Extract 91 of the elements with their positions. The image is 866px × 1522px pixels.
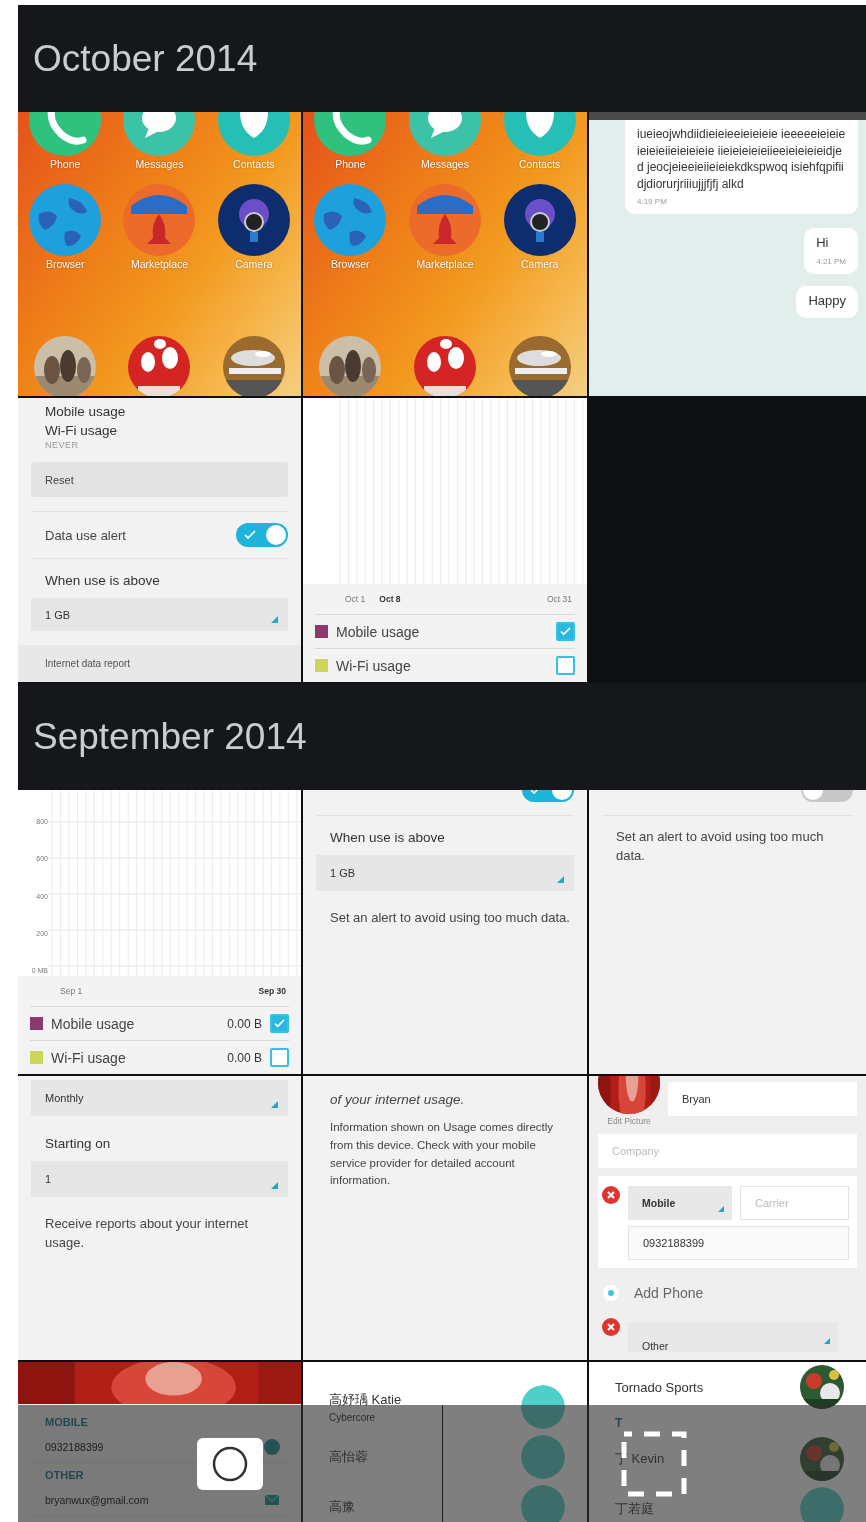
app-label: Phone [49, 158, 81, 170]
phone-type-dropdown[interactable]: Mobile [628, 1186, 732, 1220]
thumbnail[interactable]: Edit Picture Bryan Company Mobile Carrier 0932188399 Add Phone Other [589, 1076, 866, 1360]
checkbox[interactable] [270, 1014, 289, 1033]
description-text: Information shown on Usage comes directly from this device. Check with your mobile service provider for detailed account information. [329, 1120, 555, 1189]
date-label: Oct 1 [345, 594, 366, 604]
description-text: Set an alert to avoid using too much data. [615, 828, 825, 865]
camera-lens-icon [217, 184, 290, 256]
contact-name[interactable]: 高妤瑀 Katie [329, 1391, 402, 1409]
add-phone-button[interactable]: Add Phone [598, 1268, 857, 1318]
section-label: OTHER [44, 1469, 85, 1481]
app-label: Phone [335, 158, 366, 170]
month-title: October 2014 [33, 37, 258, 80]
remove-icon[interactable] [602, 1186, 620, 1204]
thumbnail[interactable]: MOBILE 0932188399 OTHER bryanwux@gmail.com [18, 1362, 301, 1522]
thumbnail[interactable]: When use is above 1 GB Set an alert to avoid using too much data. [303, 790, 587, 1074]
thumbnail[interactable]: Monthly Starting on 1 Receive reports about your internet usage. [18, 1076, 301, 1360]
check-icon [560, 626, 571, 637]
remove-icon[interactable] [602, 1318, 620, 1336]
date-label: Oct 31 [546, 594, 572, 604]
setting-label: Data use alert [44, 527, 126, 543]
dropdown[interactable]: 1 [31, 1161, 288, 1197]
globe-icon [29, 184, 102, 256]
rocket-icon [409, 184, 481, 256]
checkbox[interactable] [556, 656, 575, 675]
dropdown[interactable]: 1 GB [316, 855, 574, 891]
setting-caption: NEVER [44, 440, 80, 450]
description-text: Set an alert to avoid using too much data. [329, 909, 571, 927]
section-label: MOBILE [44, 1416, 89, 1428]
app-label: Contacts [233, 158, 275, 170]
app-label: Camera [520, 258, 559, 270]
checkbox[interactable] [270, 1048, 289, 1067]
setting-label: When use is above [329, 829, 446, 847]
name-field[interactable]: Bryan [668, 1082, 857, 1116]
message-text: Happy [808, 292, 846, 311]
toggle-switch[interactable] [236, 523, 288, 548]
phone-number-field[interactable]: 0932188399 [628, 1226, 849, 1260]
usage-value: 0.00 B [227, 1016, 262, 1031]
thumbnail[interactable]: of your internet usage. Information shown on Usage comes directly from this device. Check with your mobile service provider for detailed account information. [303, 1076, 587, 1360]
message-text: Hi [816, 234, 830, 253]
date-label: Sep 30 [258, 986, 286, 996]
camera-lens-icon [503, 184, 576, 256]
setting-label: Mobile usage [44, 403, 127, 421]
app-label: Contacts [518, 158, 561, 170]
section-header: Internet data report [18, 645, 301, 682]
setting-label: When use is above [44, 572, 161, 591]
dropdown[interactable]: 1 GB [31, 598, 288, 632]
description-text: Receive reports about your internet usage. [44, 1215, 250, 1252]
setting-label: Wi-Fi usage [44, 422, 118, 440]
date-label: Oct 8 [379, 594, 401, 604]
rocket-icon [123, 184, 196, 256]
legend-label: Mobile usage [51, 1015, 136, 1032]
thumbnail[interactable]: Mobile usage Wi-Fi usage NEVER Reset Data use alert When use is above 1 GB Internet data report [18, 398, 301, 682]
message-time: 4:19 PM [637, 197, 668, 207]
message-text: iueieojwhdiidieieieeieieieie ieeeeeieieieieieieiieieieieie iieieieieieiieeieieieieidjed jeocjeieeieiieieiekdkspwoq isiehfqpifiidjdiorurjriiiujjjfjfj alkd [637, 126, 846, 193]
intro-text: of your internet usage. [329, 1092, 466, 1107]
app-label: Browser [45, 258, 85, 270]
legend-label: Wi-Fi usage [336, 657, 412, 674]
envelope-icon[interactable] [264, 1492, 280, 1508]
checkbox[interactable] [556, 622, 575, 641]
contact-name[interactable]: Tornado Sports [615, 1379, 704, 1395]
shutter-icon [211, 1445, 248, 1482]
date-label: Sep 1 [60, 986, 83, 996]
month-title: September 2014 [33, 715, 307, 758]
message-time: 4:21 PM [816, 257, 846, 267]
legend-label: Mobile usage [336, 623, 421, 640]
globe-icon [314, 184, 387, 256]
usage-value: 0.00 B [227, 1050, 262, 1065]
app-label: Browser [331, 258, 370, 270]
letter-header: T [614, 1415, 624, 1432]
thumbnail[interactable]: Set an alert to avoid using too much data. [589, 790, 866, 1074]
contact-company: Cybercore [329, 1412, 377, 1423]
company-field[interactable]: Company [598, 1134, 857, 1168]
thumbnail[interactable]: Oct 1 Oct 8 Oct 31 Mobile usage Wi-Fi usage [303, 398, 587, 682]
camera-button[interactable] [196, 1437, 263, 1490]
thumbnail[interactable]: iueieojwhdiidieieieeieieieie ieeeeeieieieieieieiieieieieie iieieieieieiieeieieieieidjed jeocjeieeieiieieiekdkspwoq isiehfqpifiidjdiorurjriiiujjjfjfj alkd 4:19 PM Hi 4:21 PM Happy [589, 112, 866, 396]
check-icon [244, 529, 256, 542]
reset-button[interactable]: Reset [31, 462, 288, 498]
setting-label: Starting on [44, 1135, 112, 1153]
thumbnail[interactable]: 高妤瑀 Katie Cybercore 高怡蓉 高豫 [303, 1362, 587, 1522]
plus-icon [602, 1284, 620, 1302]
legend-label: Wi-Fi usage [51, 1049, 127, 1066]
app-label: Marketplace [130, 258, 189, 270]
app-label: Camera [235, 258, 273, 270]
carrier-field[interactable]: Carrier [740, 1186, 849, 1220]
check-icon [274, 1018, 285, 1029]
app-label: Messages [135, 158, 184, 170]
dropdown[interactable]: Monthly [31, 1080, 288, 1116]
app-label: Messages [421, 158, 469, 170]
app-label: Marketplace [416, 258, 474, 270]
type-dropdown[interactable]: Other [628, 1322, 838, 1352]
